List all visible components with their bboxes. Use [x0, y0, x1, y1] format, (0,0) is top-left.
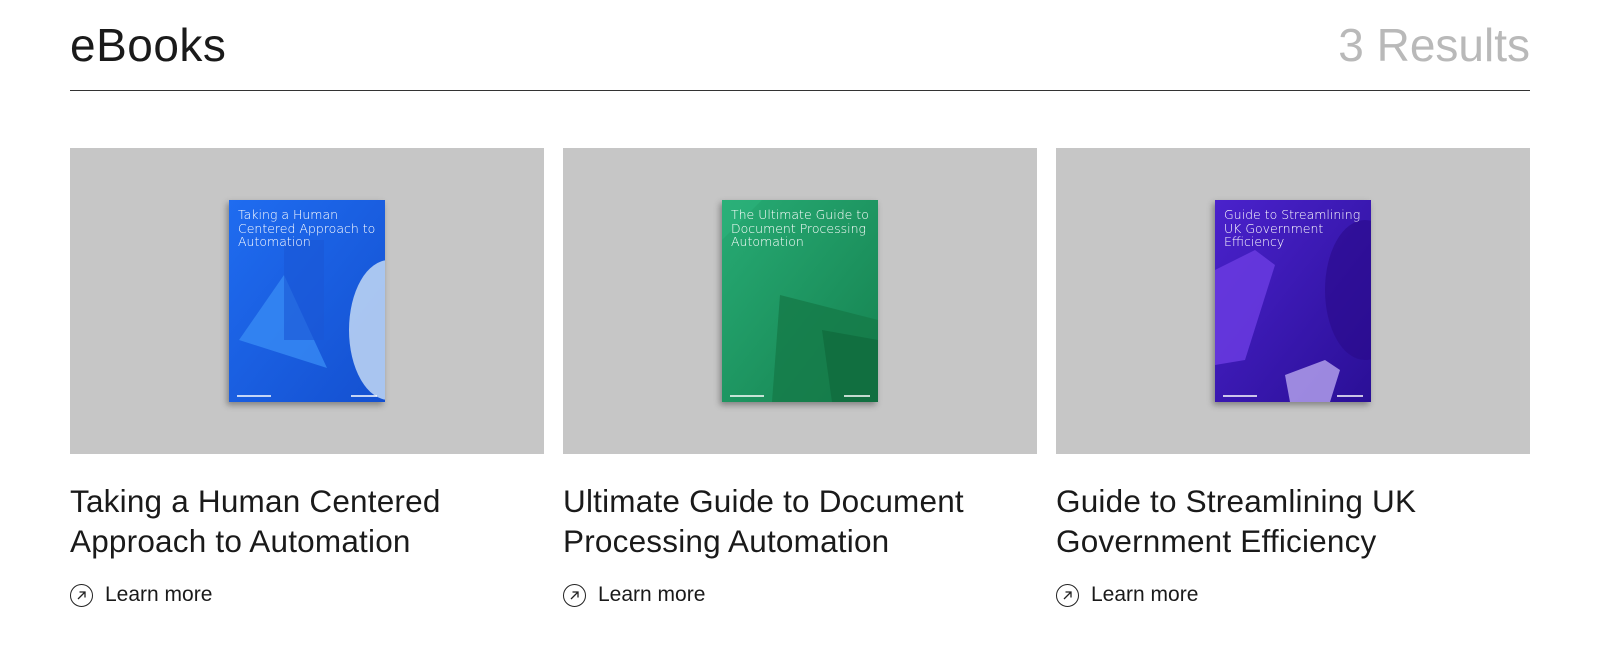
cover-footer [1223, 395, 1363, 397]
ebook-title[interactable]: Ultimate Guide to Document Processing Au… [563, 481, 1037, 561]
ebook-thumbnail[interactable]: The Ultimate Guide to Document Processin… [563, 148, 1037, 454]
learn-more-label: Learn more [105, 583, 213, 606]
cover-footer [730, 395, 870, 397]
ebook-grid: Taking a Human Centered Approach to Auto… [70, 148, 1530, 607]
ebook-card[interactable]: Guide to Streamlining UK Government Effi… [1056, 148, 1530, 607]
cover-footer [237, 395, 377, 397]
learn-more-label: Learn more [1091, 583, 1199, 606]
learn-more-link[interactable]: Learn more [70, 583, 544, 607]
ebook-thumbnail[interactable]: Guide to Streamlining UK Government Effi… [1056, 148, 1530, 454]
cover-title: Taking a Human Centered Approach to Auto… [238, 207, 376, 249]
section-header: eBooks 3 Results [70, 0, 1530, 91]
ebook-card[interactable]: The Ultimate Guide to Document Processin… [563, 148, 1037, 607]
arrow-up-right-circle-icon [1056, 583, 1079, 607]
cover-title: The Ultimate Guide to Document Processin… [731, 207, 869, 249]
ebook-title[interactable]: Taking a Human Centered Approach to Auto… [70, 481, 544, 561]
learn-more-label: Learn more [598, 583, 706, 606]
ebooks-page: eBooks 3 Results Taking a Human Centered… [0, 0, 1600, 661]
ebook-cover: The Ultimate Guide to Document Processin… [722, 200, 878, 402]
page-title: eBooks [70, 19, 227, 71]
learn-more-link[interactable]: Learn more [563, 583, 1037, 607]
ebook-thumbnail[interactable]: Taking a Human Centered Approach to Auto… [70, 148, 544, 454]
arrow-up-right-circle-icon [70, 583, 93, 607]
ebook-cover: Guide to Streamlining UK Government Effi… [1215, 200, 1371, 402]
results-count: 3 Results [1338, 19, 1530, 71]
ebook-card[interactable]: Taking a Human Centered Approach to Auto… [70, 148, 544, 607]
learn-more-link[interactable]: Learn more [1056, 583, 1530, 607]
arrow-up-right-circle-icon [563, 583, 586, 607]
ebook-cover: Taking a Human Centered Approach to Auto… [229, 200, 385, 402]
cover-title: Guide to Streamlining UK Government Effi… [1224, 207, 1361, 249]
ebook-title[interactable]: Guide to Streamlining UK Government Effi… [1056, 481, 1530, 561]
